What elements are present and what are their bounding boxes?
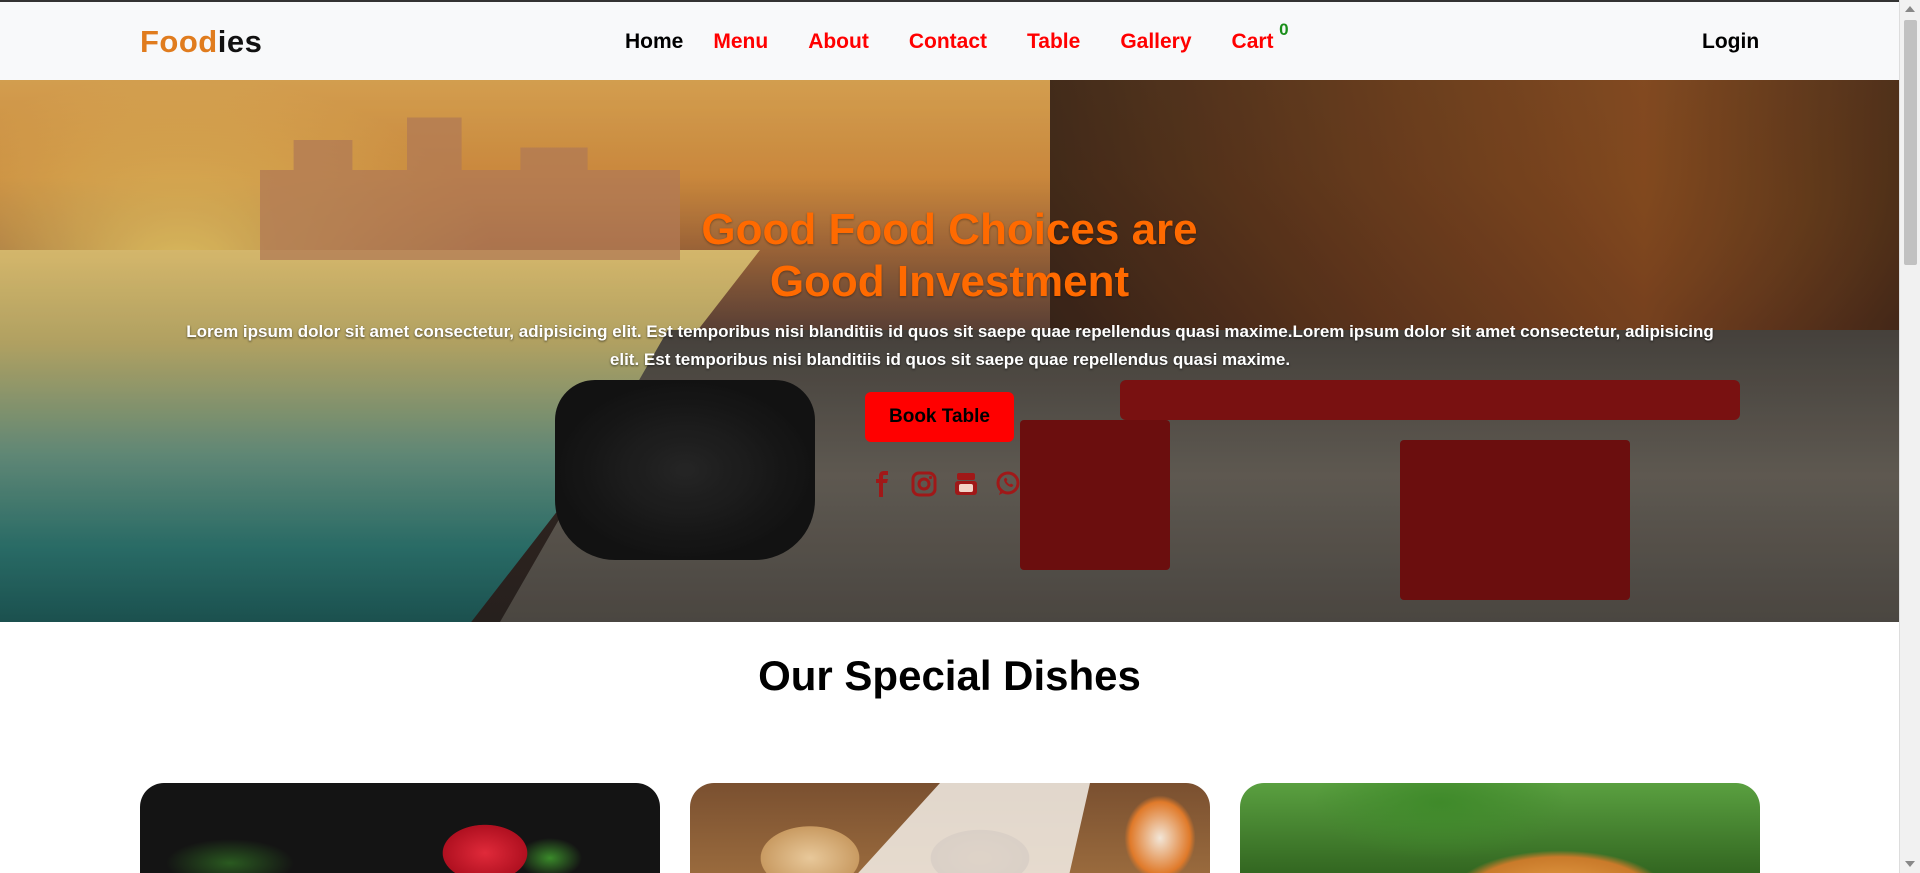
youtube-icon[interactable]: [952, 470, 980, 498]
nav-home[interactable]: Home: [625, 30, 683, 54]
nav-gallery[interactable]: Gallery: [1120, 30, 1191, 54]
whatsapp-icon[interactable]: [994, 470, 1022, 498]
nav-cart[interactable]: Cart 0: [1231, 20, 1289, 54]
cart-count-badge: 0: [1279, 20, 1289, 39]
scroll-down-arrow-icon[interactable]: [1905, 861, 1915, 867]
nav-menu[interactable]: Menu: [713, 30, 768, 54]
brand-logo[interactable]: Foodies: [140, 24, 262, 60]
dish-card-image[interactable]: [690, 783, 1210, 873]
login-link[interactable]: Login: [1702, 30, 1759, 54]
brand-part-ies: ies: [217, 24, 263, 59]
navbar: Foodies Home Menu About Contact Table Ga…: [0, 0, 1899, 80]
dish-card-image[interactable]: [1240, 783, 1760, 873]
dish-card-image[interactable]: [140, 783, 660, 873]
instagram-icon[interactable]: [910, 470, 938, 498]
hero-title: Good Food Choices are Good Investment: [0, 204, 1899, 308]
hero-section: Good Food Choices are Good Investment Lo…: [0, 80, 1899, 622]
brand-part-food: Food: [140, 24, 218, 59]
nav-contact[interactable]: Contact: [909, 30, 987, 54]
social-icons: [868, 470, 1022, 498]
scroll-up-arrow-icon[interactable]: [1905, 6, 1915, 12]
page: Foodies Home Menu About Contact Table Ga…: [0, 0, 1920, 873]
nav-cart-label: Cart: [1231, 30, 1274, 53]
hero-title-line2: Good Investment: [769, 257, 1130, 306]
hero-title-line1: Good Food Choices are: [701, 205, 1198, 254]
nav-about[interactable]: About: [808, 30, 869, 54]
page-scrollbar[interactable]: [1899, 0, 1920, 873]
section-title-special-dishes: Our Special Dishes: [758, 652, 1141, 699]
hero-description: Lorem ipsum dolor sit amet consectetur, …: [186, 322, 1714, 369]
dish-cards: [140, 783, 1760, 873]
nav-table[interactable]: Table: [1027, 30, 1080, 54]
nav-links: Home Menu About Contact Table Gallery Ca…: [625, 20, 1289, 54]
facebook-icon[interactable]: [868, 470, 896, 498]
scrollbar-thumb[interactable]: [1904, 20, 1917, 265]
book-table-button[interactable]: Book Table: [865, 392, 1014, 442]
